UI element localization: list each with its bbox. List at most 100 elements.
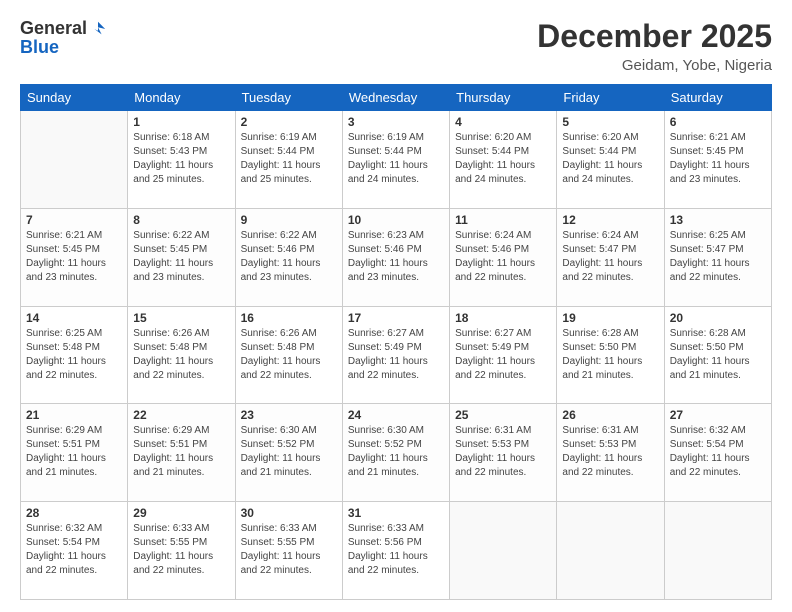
cell-info: Sunrise: 6:20 AM Sunset: 5:44 PM Dayligh…	[562, 131, 658, 187]
day-number: 10	[348, 213, 444, 227]
cell-info: Sunrise: 6:21 AM Sunset: 5:45 PM Dayligh…	[26, 229, 122, 285]
calendar-cell: 5 Sunrise: 6:20 AM Sunset: 5:44 PM Daylig…	[557, 111, 664, 209]
calendar-cell	[664, 502, 771, 600]
calendar-cell: 6Sunrise: 6:21 AM Sunset: 5:45 PM Daylig…	[664, 111, 771, 209]
logo-general: General	[20, 18, 87, 39]
calendar-cell: 19 Sunrise: 6:28 AM Sunset: 5:50 PM Dayli…	[557, 306, 664, 404]
calendar-table: SundayMondayTuesdayWednesdayThursdayFrid…	[20, 84, 772, 600]
cell-info: Sunrise: 6:24 AM Sunset: 5:46 PM Dayligh…	[455, 229, 551, 285]
calendar-cell: 21 Sunrise: 6:29 AM Sunset: 5:51 PM Dayli…	[21, 404, 128, 502]
day-number: 20	[670, 311, 766, 325]
column-header-thursday: Thursday	[450, 85, 557, 111]
day-number: 17	[348, 311, 444, 325]
month-title: December 2025	[537, 18, 772, 55]
day-number: 1	[133, 115, 229, 129]
cell-info: Sunrise: 6:28 AM Sunset: 5:50 PM Dayligh…	[562, 327, 658, 383]
logo-text: General	[20, 18, 107, 39]
day-number: 3	[348, 115, 444, 129]
day-number: 24	[348, 408, 444, 422]
day-number: 23	[241, 408, 337, 422]
calendar-cell: 14 Sunrise: 6:25 AM Sunset: 5:48 PM Dayli…	[21, 306, 128, 404]
cell-info: Sunrise: 6:22 AM Sunset: 5:45 PM Dayligh…	[133, 229, 229, 285]
calendar-cell: 7 Sunrise: 6:21 AM Sunset: 5:45 PM Daylig…	[21, 208, 128, 306]
day-number: 5	[562, 115, 658, 129]
day-number: 12	[562, 213, 658, 227]
cell-info: Sunrise: 6:22 AM Sunset: 5:46 PM Dayligh…	[241, 229, 337, 285]
day-number: 11	[455, 213, 551, 227]
cell-info: Sunrise: 6:28 AM Sunset: 5:50 PM Dayligh…	[670, 327, 766, 383]
cell-info: Sunrise: 6:29 AM Sunset: 5:51 PM Dayligh…	[133, 424, 229, 480]
calendar-cell: 10 Sunrise: 6:23 AM Sunset: 5:46 PM Dayli…	[342, 208, 449, 306]
cell-info: Sunrise: 6:26 AM Sunset: 5:48 PM Dayligh…	[133, 327, 229, 383]
logo-blue: Blue	[20, 37, 59, 58]
column-header-wednesday: Wednesday	[342, 85, 449, 111]
column-header-monday: Monday	[128, 85, 235, 111]
cell-info: Sunrise: 6:25 AM Sunset: 5:48 PM Dayligh…	[26, 327, 122, 383]
cell-info: Sunrise: 6:32 AM Sunset: 5:54 PM Dayligh…	[670, 424, 766, 480]
calendar-cell: 23 Sunrise: 6:30 AM Sunset: 5:52 PM Dayli…	[235, 404, 342, 502]
calendar-cell: 24 Sunrise: 6:30 AM Sunset: 5:52 PM Dayli…	[342, 404, 449, 502]
day-number: 30	[241, 506, 337, 520]
day-number: 15	[133, 311, 229, 325]
column-header-saturday: Saturday	[664, 85, 771, 111]
calendar-cell: 3 Sunrise: 6:19 AM Sunset: 5:44 PM Daylig…	[342, 111, 449, 209]
cell-info: Sunrise: 6:29 AM Sunset: 5:51 PM Dayligh…	[26, 424, 122, 480]
day-number: 7	[26, 213, 122, 227]
calendar-cell: 30Sunrise: 6:33 AM Sunset: 5:55 PM Dayli…	[235, 502, 342, 600]
cell-info: Sunrise: 6:32 AM Sunset: 5:54 PM Dayligh…	[26, 522, 122, 578]
day-number: 21	[26, 408, 122, 422]
cell-info: Sunrise: 6:30 AM Sunset: 5:52 PM Dayligh…	[241, 424, 337, 480]
day-number: 2	[241, 115, 337, 129]
calendar-cell: 18 Sunrise: 6:27 AM Sunset: 5:49 PM Dayli…	[450, 306, 557, 404]
calendar-cell: 13Sunrise: 6:25 AM Sunset: 5:47 PM Dayli…	[664, 208, 771, 306]
cell-info: Sunrise: 6:19 AM Sunset: 5:44 PM Dayligh…	[348, 131, 444, 187]
cell-info: Sunrise: 6:33 AM Sunset: 5:55 PM Dayligh…	[133, 522, 229, 578]
calendar-cell: 15 Sunrise: 6:26 AM Sunset: 5:48 PM Dayli…	[128, 306, 235, 404]
cell-info: Sunrise: 6:27 AM Sunset: 5:49 PM Dayligh…	[348, 327, 444, 383]
logo: General Blue	[20, 18, 107, 58]
calendar-cell: 31 Sunrise: 6:33 AM Sunset: 5:56 PM Dayli…	[342, 502, 449, 600]
calendar-cell: 1 Sunrise: 6:18 AM Sunset: 5:43 PM Daylig…	[128, 111, 235, 209]
cell-info: Sunrise: 6:31 AM Sunset: 5:53 PM Dayligh…	[562, 424, 658, 480]
calendar-cell	[557, 502, 664, 600]
day-number: 19	[562, 311, 658, 325]
cell-info: Sunrise: 6:27 AM Sunset: 5:49 PM Dayligh…	[455, 327, 551, 383]
cell-info: Sunrise: 6:20 AM Sunset: 5:44 PM Dayligh…	[455, 131, 551, 187]
calendar-cell: 8 Sunrise: 6:22 AM Sunset: 5:45 PM Daylig…	[128, 208, 235, 306]
calendar-cell: 11 Sunrise: 6:24 AM Sunset: 5:46 PM Dayli…	[450, 208, 557, 306]
day-number: 18	[455, 311, 551, 325]
cell-info: Sunrise: 6:26 AM Sunset: 5:48 PM Dayligh…	[241, 327, 337, 383]
column-header-sunday: Sunday	[21, 85, 128, 111]
day-number: 8	[133, 213, 229, 227]
calendar-cell: 20 Sunrise: 6:28 AM Sunset: 5:50 PM Dayli…	[664, 306, 771, 404]
day-number: 28	[26, 506, 122, 520]
logo-bird-icon	[89, 20, 107, 38]
column-header-friday: Friday	[557, 85, 664, 111]
calendar-cell: 2 Sunrise: 6:19 AM Sunset: 5:44 PM Daylig…	[235, 111, 342, 209]
calendar-cell	[450, 502, 557, 600]
day-number: 26	[562, 408, 658, 422]
cell-info: Sunrise: 6:30 AM Sunset: 5:52 PM Dayligh…	[348, 424, 444, 480]
cell-info: Sunrise: 6:23 AM Sunset: 5:46 PM Dayligh…	[348, 229, 444, 285]
calendar-cell: 12 Sunrise: 6:24 AM Sunset: 5:47 PM Dayli…	[557, 208, 664, 306]
cell-info: Sunrise: 6:21 AM Sunset: 5:45 PM Dayligh…	[670, 131, 766, 187]
day-number: 14	[26, 311, 122, 325]
cell-info: Sunrise: 6:24 AM Sunset: 5:47 PM Dayligh…	[562, 229, 658, 285]
location: Geidam, Yobe, Nigeria	[537, 57, 772, 74]
day-number: 4	[455, 115, 551, 129]
calendar-cell: 16 Sunrise: 6:26 AM Sunset: 5:48 PM Dayli…	[235, 306, 342, 404]
calendar-cell: 22Sunrise: 6:29 AM Sunset: 5:51 PM Dayli…	[128, 404, 235, 502]
calendar-cell: 25 Sunrise: 6:31 AM Sunset: 5:53 PM Dayli…	[450, 404, 557, 502]
day-number: 31	[348, 506, 444, 520]
calendar-cell: 4 Sunrise: 6:20 AM Sunset: 5:44 PM Daylig…	[450, 111, 557, 209]
calendar-cell: 26 Sunrise: 6:31 AM Sunset: 5:53 PM Dayli…	[557, 404, 664, 502]
day-number: 25	[455, 408, 551, 422]
day-number: 27	[670, 408, 766, 422]
cell-info: Sunrise: 6:18 AM Sunset: 5:43 PM Dayligh…	[133, 131, 229, 187]
cell-info: Sunrise: 6:19 AM Sunset: 5:44 PM Dayligh…	[241, 131, 337, 187]
page: General Blue December 2025 Geidam, Yobe,…	[0, 0, 792, 612]
cell-info: Sunrise: 6:31 AM Sunset: 5:53 PM Dayligh…	[455, 424, 551, 480]
header: General Blue December 2025 Geidam, Yobe,…	[20, 18, 772, 74]
day-number: 16	[241, 311, 337, 325]
cell-info: Sunrise: 6:33 AM Sunset: 5:56 PM Dayligh…	[348, 522, 444, 578]
